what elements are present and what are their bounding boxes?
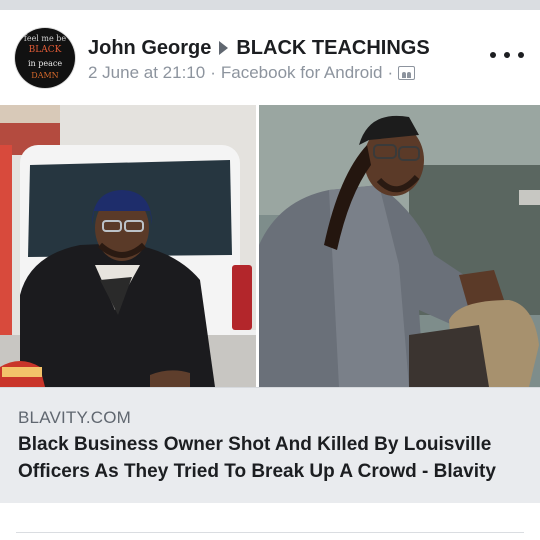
dot-icon [518, 52, 524, 58]
link-preview[interactable]: BLAVITY.COM Black Business Owner Shot An… [0, 387, 540, 503]
post-header: feel me be BLACK in peace DAMN John Geor… [0, 10, 540, 105]
photo-right[interactable] [259, 105, 540, 387]
post-meta: 2 June at 21:10 · Facebook for Android · [88, 63, 416, 83]
avatar[interactable]: feel me be BLACK in peace DAMN [15, 28, 75, 88]
link-domain: BLAVITY.COM [18, 408, 132, 427]
photo-left-illustration [0, 105, 256, 387]
photo-right-illustration [259, 105, 540, 387]
post-title: John George BLACK TEACHINGS [88, 35, 430, 61]
more-options-button[interactable] [490, 45, 524, 65]
link-headline[interactable]: Black Business Owner Shot And Killed By … [18, 431, 528, 485]
group-link[interactable]: BLACK TEACHINGS [236, 37, 429, 60]
meta-separator: · [387, 63, 394, 82]
photo-left[interactable] [0, 105, 256, 387]
avatar-text-line: BLACK [28, 45, 62, 55]
dot-icon [490, 52, 496, 58]
avatar-text-line: feel me be [23, 34, 67, 43]
post-card: feel me be BLACK in peace DAMN John Geor… [0, 10, 540, 540]
divider [16, 532, 524, 533]
top-strip [0, 0, 540, 10]
group-icon [398, 66, 416, 80]
post-source: Facebook for Android [220, 63, 383, 82]
caret-right-icon [219, 41, 229, 55]
post-timestamp[interactable]: 2 June at 21:10 [88, 63, 205, 83]
avatar-text-line: in peace [27, 59, 63, 68]
avatar-text-line: DAMN [31, 71, 59, 80]
author-link[interactable]: John George [88, 37, 211, 60]
post-media[interactable] [0, 105, 540, 387]
dot-icon [504, 52, 510, 58]
meta-separator: · [210, 63, 216, 82]
